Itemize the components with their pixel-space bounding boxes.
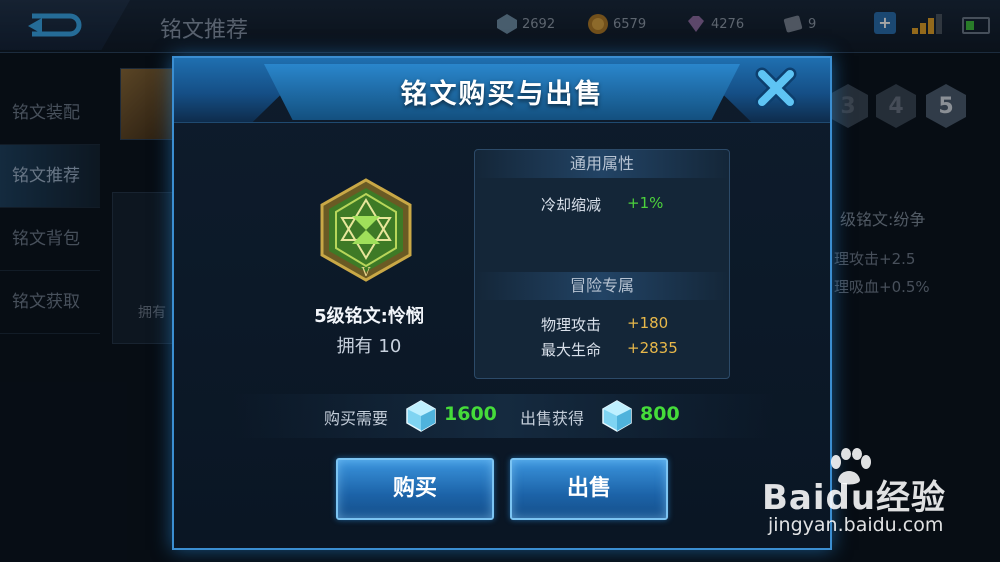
attribute-value: +2835 bbox=[627, 339, 678, 357]
crystal-icon bbox=[406, 400, 436, 432]
rune-owned-count: 拥有 10 bbox=[336, 336, 402, 357]
dialog-title: 铭文购买与出售 bbox=[400, 79, 604, 110]
attribute-label: 最大生命 bbox=[541, 341, 602, 359]
adventure-attributes-header: 冒险专属 bbox=[475, 272, 729, 300]
buy-button[interactable]: 购买 bbox=[336, 458, 494, 520]
close-button[interactable] bbox=[754, 66, 798, 110]
buy-cost-value: 1600 bbox=[444, 403, 497, 425]
attribute-label: 冷却缩减 bbox=[541, 196, 602, 214]
attribute-label: 物理攻击 bbox=[541, 316, 602, 334]
sell-gain-label: 出售获得 bbox=[520, 409, 585, 428]
attribute-value: +180 bbox=[627, 314, 669, 332]
svg-text:V: V bbox=[361, 265, 371, 279]
sell-button[interactable]: 出售 bbox=[510, 458, 668, 520]
watermark-url: jingyan.baidu.com bbox=[768, 514, 944, 536]
rune-icon: V bbox=[320, 178, 412, 282]
crystal-icon bbox=[602, 400, 632, 432]
price-bar bbox=[234, 394, 774, 438]
rune-trade-dialog: 铭文购买与出售 V 5级铭文:怜悯 拥有 10 通用属性 冷却缩减 +1% 冒险… bbox=[172, 56, 832, 550]
sell-gain-value: 800 bbox=[640, 403, 680, 425]
attribute-value: +1% bbox=[627, 194, 664, 212]
general-attributes-header: 通用属性 bbox=[475, 150, 729, 178]
buy-cost-label: 购买需要 bbox=[324, 409, 389, 428]
attributes-panel: 通用属性 冷却缩减 +1% 冒险专属 物理攻击 +180 最大生命 +2835 bbox=[474, 149, 730, 379]
divider bbox=[174, 122, 830, 123]
baidu-watermark: Baidu经验 jingyan.baidu.com bbox=[762, 448, 992, 548]
rune-name: 5级铭文:怜悯 bbox=[314, 306, 424, 327]
watermark-logo-text: Baidu经验 bbox=[762, 478, 947, 518]
close-icon bbox=[755, 67, 797, 109]
